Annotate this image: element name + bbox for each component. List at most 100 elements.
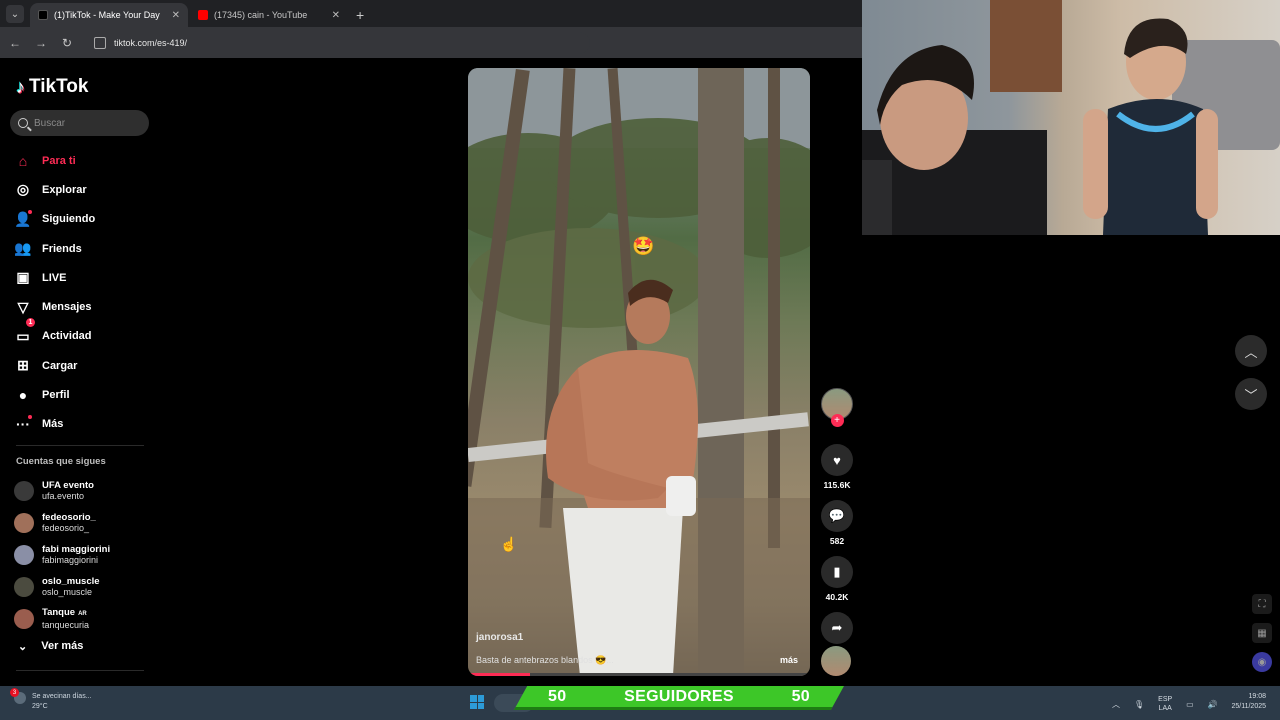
tiktok-logo[interactable]: ♪ TikTok bbox=[16, 76, 88, 98]
caption-more-link[interactable]: más bbox=[780, 655, 798, 665]
share-button[interactable]: ➦ bbox=[821, 612, 853, 644]
close-tab-icon[interactable]: ✕ bbox=[172, 10, 180, 21]
sidebar-item-label: Para ti bbox=[42, 154, 76, 167]
forward-icon[interactable]: → bbox=[34, 36, 48, 50]
address-bar[interactable]: tiktok.com/es-419/ bbox=[90, 31, 590, 54]
account-names: fabi maggiorini fabimaggiorini bbox=[42, 544, 110, 566]
video-player[interactable]: 🤩 janorosa1 Basta de antebrazos blandos … bbox=[468, 68, 810, 676]
reload-icon[interactable]: ↻ bbox=[60, 36, 74, 50]
tiktok-favicon-icon bbox=[38, 10, 48, 20]
weather-icon: 3 bbox=[10, 688, 26, 704]
country-tag: AR bbox=[78, 611, 87, 617]
sidebar-item-cargar[interactable]: ⊞ Cargar bbox=[14, 351, 154, 380]
follow-plus-icon[interactable]: + bbox=[830, 414, 844, 427]
windows-taskbar: 3 Se avecinan días... 29°C 50 SEGUIDORES… bbox=[0, 686, 1280, 720]
sidebar-item-live[interactable]: ▣ LIVE bbox=[14, 263, 154, 292]
search-input[interactable] bbox=[34, 117, 134, 129]
sidebar-item-label: Perfil bbox=[42, 389, 70, 402]
tray-chevron-icon[interactable]: ︿ bbox=[1112, 699, 1120, 710]
previous-video-button[interactable]: ︿ bbox=[1235, 335, 1267, 367]
sidebar-item-perfil[interactable]: ● Perfil bbox=[14, 380, 154, 409]
comment-button[interactable]: 💬 bbox=[821, 500, 853, 532]
sidebar-item-label: Más bbox=[42, 418, 64, 431]
friends-icon: 👥 bbox=[14, 240, 32, 257]
close-tab-icon[interactable]: ✕ bbox=[332, 10, 340, 21]
music-disc-avatar[interactable] bbox=[821, 646, 851, 676]
notification-dot bbox=[28, 414, 32, 419]
video-actions: + ♥115.6K💬582▮40.2K➦6886 bbox=[820, 388, 854, 668]
compass-icon: ◎ bbox=[16, 181, 30, 198]
sidebar-item-para-ti[interactable]: ⌂ Para ti bbox=[14, 146, 154, 175]
weather-widget[interactable]: 3 Se avecinan días... 29°C bbox=[10, 688, 92, 712]
following-account[interactable]: oslo_muscle oslo_muscle bbox=[14, 571, 164, 603]
activity-icon: ▭ bbox=[16, 327, 30, 344]
chevron-up-icon: ︿ bbox=[1244, 344, 1258, 360]
account-name-text: fedeosorio_ bbox=[42, 512, 96, 523]
browser-tab-bar: ⌄ (1)TikTok - Make Your Day ✕ (17345) ca… bbox=[0, 0, 862, 27]
site-info-icon[interactable] bbox=[94, 36, 106, 49]
account-handle: tanquecuria bbox=[42, 620, 90, 630]
account-handle: fedeosorio_ bbox=[42, 523, 90, 533]
volume-icon[interactable]: 🔊 bbox=[1208, 700, 1218, 709]
account-names: UFA evento ufa.evento bbox=[42, 480, 94, 502]
live-icon: ▣ bbox=[16, 269, 30, 286]
tab-youtube[interactable]: (17345) cain - YouTube ✕ bbox=[190, 3, 348, 27]
following-account[interactable]: fabi maggiorini fabimaggiorini bbox=[14, 539, 164, 571]
like-icon: ♥ bbox=[833, 452, 841, 468]
network-icon[interactable]: ▭ bbox=[1186, 700, 1194, 709]
webcam-person-right bbox=[1083, 18, 1218, 235]
tray-mic-icon[interactable]: 🎙 bbox=[1134, 700, 1144, 709]
tab-search-icon[interactable]: ⌄ bbox=[6, 5, 24, 23]
account-name: fedeosorio_ bbox=[42, 512, 96, 523]
sidebar-item-label: LIVE bbox=[42, 271, 67, 284]
chevron-down-icon: ﹀ bbox=[1244, 387, 1258, 403]
next-video-button[interactable]: ﹀ bbox=[1235, 378, 1267, 410]
tab-title: (1)TikTok - Make Your Day bbox=[54, 10, 160, 20]
mouse-cursor-icon: ☝ bbox=[500, 536, 518, 552]
following-title: Cuentas que sigues bbox=[16, 456, 106, 467]
video-progress-bar[interactable] bbox=[468, 673, 810, 676]
banner-right-count: 50 bbox=[791, 687, 810, 705]
weather-text: Se avecinan días... bbox=[32, 693, 92, 700]
avatar bbox=[14, 545, 34, 565]
assistant-icon[interactable]: ◉ bbox=[1252, 652, 1272, 672]
sidebar-item-siguiendo[interactable]: 👤 Siguiendo bbox=[14, 205, 154, 234]
sidebar-item-más[interactable]: ··· Más bbox=[14, 410, 154, 439]
windows-start-icon[interactable] bbox=[470, 695, 484, 709]
divider bbox=[16, 445, 144, 446]
search-bar[interactable] bbox=[10, 110, 149, 136]
qr-code-icon[interactable]: ▦ bbox=[1252, 623, 1272, 643]
sidebar-item-mensajes[interactable]: ▽ Mensajes bbox=[14, 292, 154, 321]
sidebar-item-explorar[interactable]: ◎ Explorar bbox=[14, 175, 154, 204]
following-account[interactable]: fedeosorio_ fedeosorio_ bbox=[14, 507, 164, 539]
upload-icon: ⊞ bbox=[17, 357, 29, 374]
sidebar-item-label: Cargar bbox=[42, 359, 78, 372]
fullscreen-icon[interactable]: ⛶ bbox=[1252, 594, 1272, 614]
taskbar-clock[interactable]: 19:08 25/11/2025 bbox=[1231, 692, 1266, 712]
tab-tiktok[interactable]: (1)TikTok - Make Your Day ✕ bbox=[30, 3, 188, 27]
following-account[interactable]: UFA evento ufa.evento bbox=[14, 475, 164, 507]
new-tab-button[interactable]: + bbox=[356, 7, 364, 23]
webcam-person-left bbox=[862, 45, 1047, 235]
home-icon: ⌂ bbox=[18, 152, 28, 169]
sidebar-item-actividad[interactable]: ▭ 1 Actividad bbox=[14, 317, 154, 351]
like-button[interactable]: ♥ bbox=[821, 444, 853, 476]
account-handle: oslo_muscle bbox=[42, 587, 93, 597]
sidebar-item-friends[interactable]: 👥 Friends bbox=[14, 234, 154, 263]
avatar bbox=[14, 609, 34, 629]
following-list: UFA evento ufa.evento fedeosorio_ fedeosori… bbox=[14, 475, 164, 635]
bookmark-count: 40.2K bbox=[825, 592, 849, 602]
see-more-label: Ver más bbox=[41, 640, 84, 652]
following-account[interactable]: Tanque AR tanquecuria bbox=[14, 603, 164, 635]
account-name-text: Tanque bbox=[42, 607, 76, 618]
search-icon bbox=[18, 118, 28, 128]
see-more-button[interactable]: ⌄ Ver más bbox=[18, 640, 83, 653]
lang-bottom: LAA bbox=[1158, 705, 1172, 712]
chevron-down-icon: ⌄ bbox=[18, 641, 28, 653]
bookmark-button[interactable]: ▮ bbox=[821, 556, 853, 588]
language-indicator[interactable]: ESP LAA bbox=[1158, 695, 1172, 713]
back-icon[interactable]: ← bbox=[8, 36, 22, 50]
divider bbox=[16, 670, 144, 671]
followers-goal-banner: 50 SEGUIDORES 50 bbox=[514, 686, 844, 710]
video-username[interactable]: janorosa1 bbox=[476, 632, 523, 643]
